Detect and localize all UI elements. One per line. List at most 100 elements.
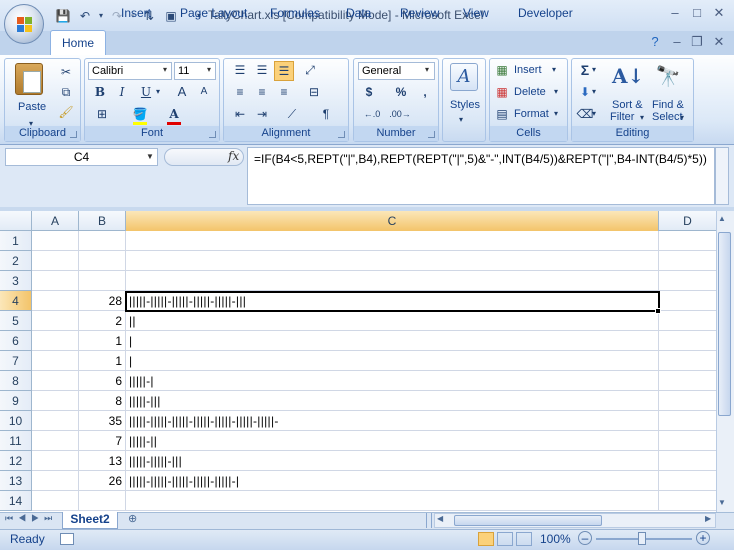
cell-a[interactable] xyxy=(32,491,79,511)
delete-dropdown-icon[interactable]: ▾ xyxy=(554,83,558,101)
cell-b[interactable]: 7 xyxy=(79,431,126,451)
row-header[interactable]: 2 xyxy=(0,251,32,271)
cell-a[interactable] xyxy=(32,271,79,291)
decrease-indent-icon[interactable]: ⇤ xyxy=(230,105,250,123)
top-align-icon[interactable]: ☰ xyxy=(230,61,250,79)
sheet-tab-sheet2[interactable]: Sheet2 xyxy=(62,512,118,529)
cell-c[interactable]: |||||-|||||-||| xyxy=(126,451,659,471)
cell-d[interactable] xyxy=(659,231,716,251)
close-button[interactable]: ✕ xyxy=(708,4,730,22)
tab-data[interactable]: Data xyxy=(346,4,371,24)
tab-developer[interactable]: Developer xyxy=(518,4,573,24)
alignment-launcher-icon[interactable] xyxy=(338,131,345,138)
cell-c[interactable] xyxy=(126,231,659,251)
cell-c[interactable]: || xyxy=(126,311,659,331)
number-format-dropdown-icon[interactable]: ▾ xyxy=(425,65,429,74)
cell-b[interactable]: 35 xyxy=(79,411,126,431)
name-box-dropdown-icon[interactable]: ▼ xyxy=(146,152,154,161)
tab-insert[interactable]: Insert xyxy=(121,4,151,24)
row-header[interactable]: 4 xyxy=(0,291,32,311)
row-header[interactable]: 5 xyxy=(0,311,32,331)
minimize-button[interactable]: – xyxy=(664,4,686,22)
sort-filter-dropdown-icon[interactable]: ▾ xyxy=(640,109,644,127)
cell-d[interactable] xyxy=(659,251,716,271)
merge-center-icon[interactable]: ⊟ xyxy=(302,83,326,101)
macro-record-icon[interactable] xyxy=(60,533,74,545)
fill-handle[interactable] xyxy=(655,308,661,314)
cell-a[interactable] xyxy=(32,251,79,271)
decrease-decimal-icon[interactable]: .00→ xyxy=(388,105,412,123)
font-name-dropdown-icon[interactable]: ▾ xyxy=(163,65,167,74)
delete-cells-icon[interactable]: ▦ xyxy=(493,83,511,101)
cell-d[interactable] xyxy=(659,351,716,371)
borders-icon[interactable]: ⊞ xyxy=(91,105,113,123)
fill-dropdown-icon[interactable]: ▾ xyxy=(592,83,596,101)
vertical-scroll-thumb[interactable] xyxy=(718,232,731,416)
cell-c[interactable]: | xyxy=(126,351,659,371)
cell-c[interactable]: |||||-|| xyxy=(126,431,659,451)
scroll-up-icon[interactable]: ▲ xyxy=(718,214,726,223)
cell-d[interactable] xyxy=(659,331,716,351)
cell-b[interactable]: 13 xyxy=(79,451,126,471)
column-header-b[interactable]: B xyxy=(79,211,126,231)
percent-button[interactable]: % xyxy=(392,83,410,101)
cell-c[interactable]: |||||-|||||-|||||-|||||-|||||-||| xyxy=(126,291,659,311)
row-header[interactable]: 13 xyxy=(0,471,32,491)
insert-function-button[interactable]: fx xyxy=(228,149,239,163)
cell-b[interactable] xyxy=(79,271,126,291)
shrink-font-button[interactable]: A xyxy=(195,83,213,101)
cell-d[interactable] xyxy=(659,451,716,471)
cell-c[interactable]: |||||-||| xyxy=(126,391,659,411)
sheet-nav-icons[interactable]: ⏮◀▶⏭ xyxy=(5,513,57,524)
format-cells-icon[interactable]: ▤ xyxy=(493,105,511,123)
cell-c[interactable] xyxy=(126,491,659,511)
formula-bar-expand-scroll[interactable] xyxy=(715,147,729,205)
cell-b[interactable]: 28 xyxy=(79,291,126,311)
cell-a[interactable] xyxy=(32,291,79,311)
copy-icon[interactable]: ⧉ xyxy=(57,83,75,101)
page-layout-view-icon[interactable] xyxy=(497,532,513,546)
cell-a[interactable] xyxy=(32,351,79,371)
align-right-icon[interactable]: ≡ xyxy=(274,83,294,101)
number-launcher-icon[interactable] xyxy=(428,131,435,138)
tab-page-layout[interactable]: Page Layout xyxy=(180,4,247,24)
ws-restore-button[interactable]: ❐ xyxy=(686,33,708,51)
cell-a[interactable] xyxy=(32,411,79,431)
format-dropdown-icon[interactable]: ▾ xyxy=(554,105,558,123)
row-header[interactable]: 3 xyxy=(0,271,32,291)
select-all-button[interactable] xyxy=(0,211,32,231)
font-size-dropdown-icon[interactable]: ▾ xyxy=(207,65,211,74)
text-direction-icon[interactable]: ⟋ xyxy=(280,105,304,123)
help-icon[interactable]: ? xyxy=(644,33,666,51)
comma-button[interactable]: , xyxy=(416,83,434,101)
tab-view[interactable]: View xyxy=(463,4,489,24)
insert-dropdown-icon[interactable]: ▾ xyxy=(552,61,556,79)
clear-dropdown-icon[interactable]: ▾ xyxy=(592,105,596,123)
cut-icon[interactable]: ✂ xyxy=(57,63,75,81)
find-select-dropdown-icon[interactable]: ▾ xyxy=(680,109,684,127)
column-header-a[interactable]: A xyxy=(32,211,79,231)
font-name-combo[interactable]: Calibri xyxy=(88,62,172,80)
tab-split-handle[interactable] xyxy=(426,513,432,528)
row-header[interactable]: 7 xyxy=(0,351,32,371)
increase-decimal-icon[interactable]: ←.0 xyxy=(360,105,384,123)
column-header-c[interactable]: C xyxy=(126,211,659,231)
cell-a[interactable] xyxy=(32,451,79,471)
sort-filter-sublabel[interactable]: Filter xyxy=(610,109,634,125)
cell-d[interactable] xyxy=(659,311,716,331)
row-header[interactable]: 9 xyxy=(0,391,32,411)
tab-review[interactable]: Review xyxy=(400,4,439,24)
row-header[interactable]: 6 xyxy=(0,331,32,351)
row-header[interactable]: 14 xyxy=(0,491,32,511)
cell-b[interactable] xyxy=(79,251,126,271)
italic-button[interactable]: I xyxy=(113,83,131,101)
cell-b[interactable]: 1 xyxy=(79,331,126,351)
page-break-view-icon[interactable] xyxy=(516,532,532,546)
tab-formulas[interactable]: Formulas xyxy=(270,4,320,24)
insert-sheet-icon[interactable]: ⊕ xyxy=(128,512,137,525)
format-painter-icon[interactable]: 🖌 xyxy=(57,103,75,121)
fill-color-icon[interactable]: 🪣 xyxy=(131,105,149,123)
find-select-sublabel[interactable]: Select xyxy=(652,109,683,125)
insert-cells-icon[interactable]: ▦ xyxy=(493,61,511,79)
cell-b[interactable]: 26 xyxy=(79,471,126,491)
